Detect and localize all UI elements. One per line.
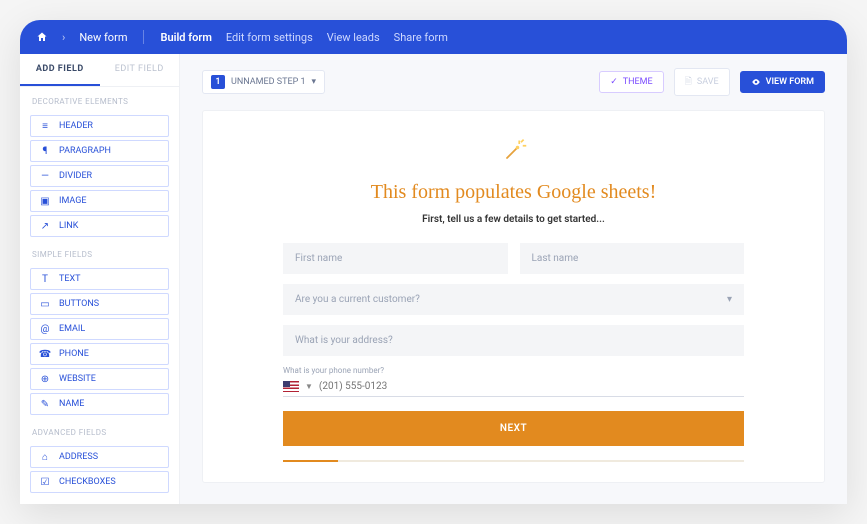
nav-edit-settings[interactable]: Edit form settings [226, 31, 313, 44]
top-nav: › New form Build form Edit form settings… [20, 20, 847, 54]
customer-select[interactable]: Are you a current customer? ▾ [283, 284, 744, 315]
address-input[interactable] [283, 325, 744, 356]
nav-share-form[interactable]: Share form [394, 31, 448, 44]
chevron-down-icon[interactable]: ▼ [305, 382, 313, 391]
phone-input[interactable] [319, 381, 744, 392]
divider-icon: — [39, 171, 51, 181]
nav-view-leads[interactable]: View leads [327, 31, 380, 44]
field-link[interactable]: ↗LINK [30, 215, 169, 237]
chevron-down-icon: ▾ [727, 294, 732, 305]
form-title: This form populates Google sheets! [371, 181, 657, 204]
name-icon: ✎ [39, 399, 51, 409]
chevron-right-icon: › [62, 31, 65, 44]
paragraph-icon: ¶ [39, 146, 51, 156]
chevron-down-icon: ▾ [312, 77, 317, 87]
wand-icon [500, 137, 528, 171]
buttons-icon: ▭ [39, 299, 51, 309]
field-buttons[interactable]: ▭BUTTONS [30, 293, 169, 315]
field-phone[interactable]: ☎PHONE [30, 343, 169, 365]
step-number: 1 [211, 75, 225, 89]
nav-build-form[interactable]: Build form [160, 31, 211, 44]
address-icon: ⌂ [39, 452, 51, 462]
home-icon[interactable] [36, 31, 48, 43]
link-icon: ↗ [39, 221, 51, 231]
group-decorative-label: DECORATIVE ELEMENTS [20, 87, 179, 112]
toolbar: 1 UNNAMED STEP 1 ▾ ✓THEME 🗎SAVE VIEW FOR… [202, 68, 825, 96]
next-button[interactable]: NEXT [283, 411, 744, 446]
theme-icon: ✓ [610, 77, 618, 87]
view-form-button[interactable]: VIEW FORM [740, 71, 825, 93]
group-advanced-label: ADVANCED FIELDS [20, 418, 179, 443]
breadcrumb-current: New form [79, 31, 127, 44]
website-icon: ⊕ [39, 374, 51, 384]
field-checkboxes[interactable]: ☑CHECKBOXES [30, 471, 169, 493]
form-subtitle: First, tell us a few details to get star… [422, 214, 605, 225]
form-canvas: This form populates Google sheets! First… [202, 110, 825, 483]
step-label: UNNAMED STEP 1 [231, 77, 306, 87]
field-header[interactable]: ≡HEADER [30, 115, 169, 137]
field-text[interactable]: TTEXT [30, 268, 169, 290]
save-icon: 🗎 [685, 74, 692, 90]
field-website[interactable]: ⊕WEBSITE [30, 368, 169, 390]
field-email[interactable]: @EMAIL [30, 318, 169, 340]
tab-add-field[interactable]: ADD FIELD [20, 54, 100, 86]
field-name[interactable]: ✎NAME [30, 393, 169, 415]
tab-edit-field[interactable]: EDIT FIELD [100, 54, 180, 86]
last-name-input[interactable] [520, 243, 745, 274]
progress-bar [283, 460, 744, 462]
image-icon: ▣ [39, 196, 51, 206]
phone-icon: ☎ [39, 349, 51, 359]
header-icon: ≡ [39, 121, 51, 131]
flag-us-icon[interactable] [283, 381, 299, 392]
checkbox-icon: ☑ [39, 477, 51, 487]
phone-label: What is your phone number? [283, 366, 744, 375]
phone-input-wrapper[interactable]: ▼ [283, 377, 744, 397]
step-selector[interactable]: 1 UNNAMED STEP 1 ▾ [202, 70, 325, 94]
theme-button[interactable]: ✓THEME [599, 71, 663, 93]
separator [143, 30, 144, 44]
field-divider[interactable]: —DIVIDER [30, 165, 169, 187]
field-paragraph[interactable]: ¶PARAGRAPH [30, 140, 169, 162]
email-icon: @ [39, 324, 51, 334]
first-name-input[interactable] [283, 243, 508, 274]
eye-icon [751, 77, 761, 87]
sidebar: ADD FIELD EDIT FIELD DECORATIVE ELEMENTS… [20, 54, 180, 504]
text-icon: T [39, 274, 51, 284]
laptop-frame: › New form Build form Edit form settings… [20, 20, 847, 504]
group-simple-label: SIMPLE FIELDS [20, 240, 179, 265]
save-button: 🗎SAVE [674, 68, 730, 96]
field-image[interactable]: ▣IMAGE [30, 190, 169, 212]
field-address[interactable]: ⌂ADDRESS [30, 446, 169, 468]
